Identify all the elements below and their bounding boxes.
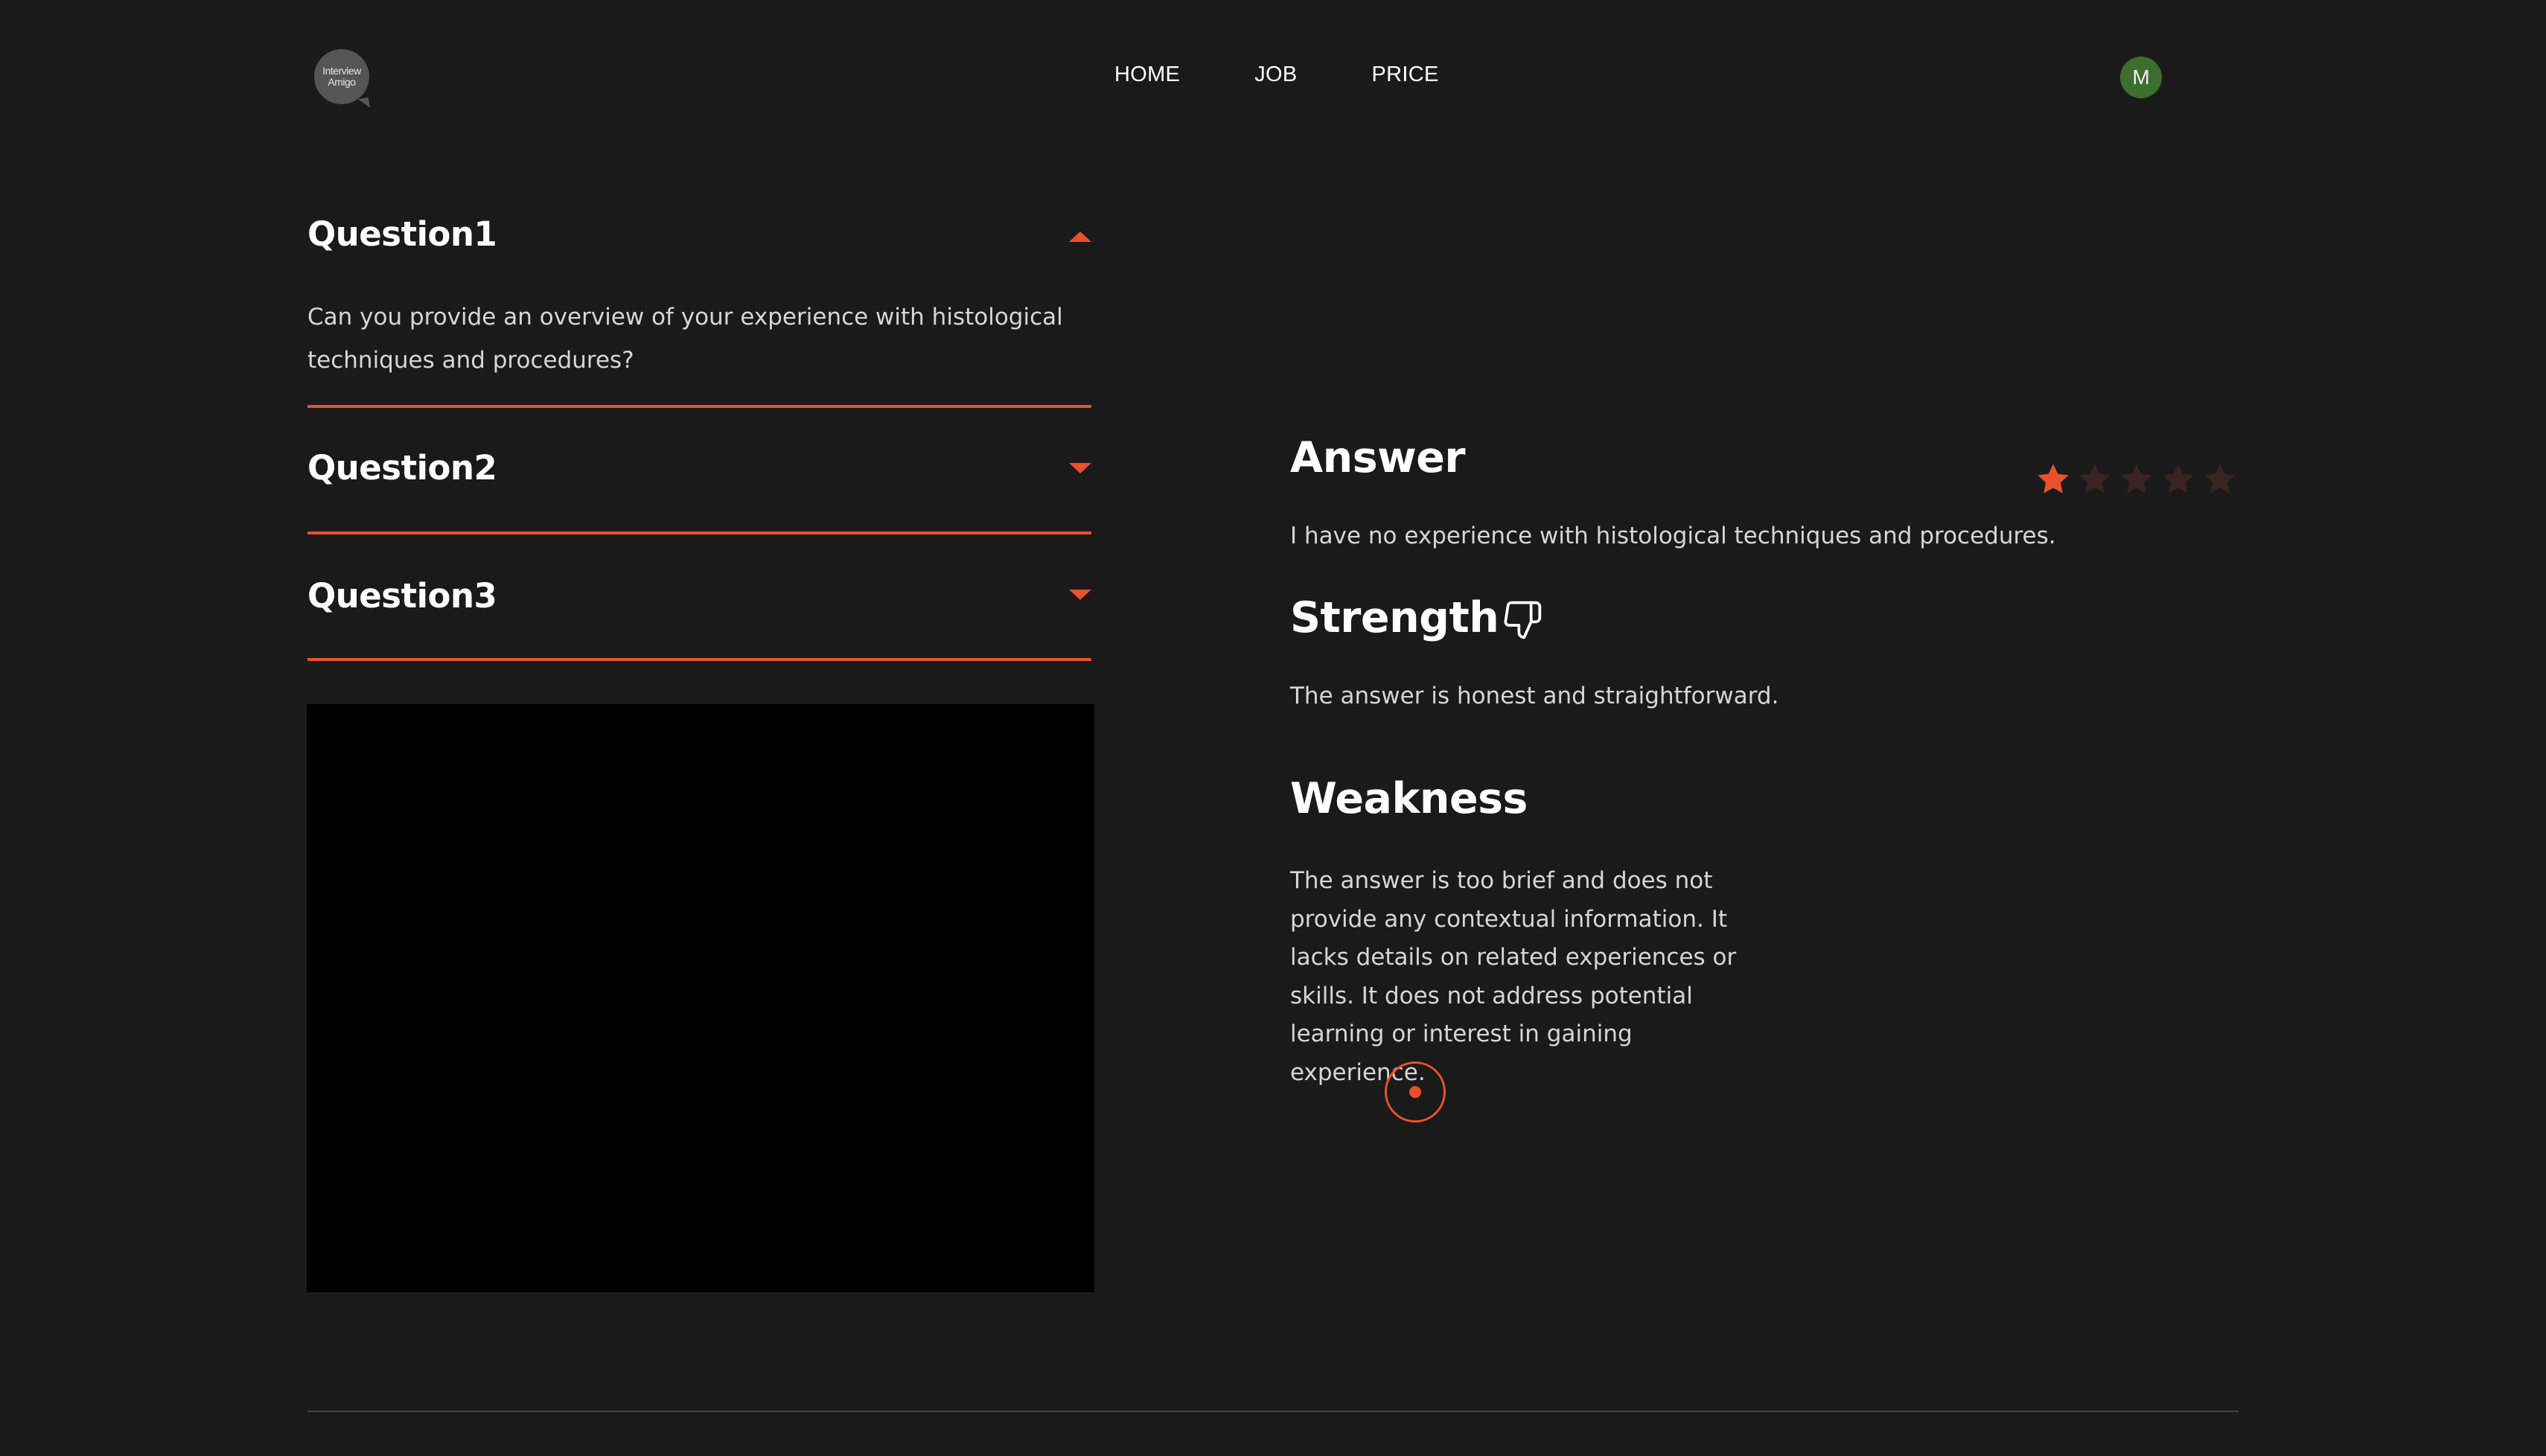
question1-header[interactable]: Question1	[307, 214, 1091, 254]
star-empty-icon[interactable]	[2199, 460, 2241, 499]
strength-text: The answer is honest and straightforward…	[1290, 683, 1779, 709]
thumbs-down-icon	[1504, 601, 1542, 639]
weakness-heading: Weakness	[1290, 774, 1528, 823]
star-rating[interactable]	[2032, 460, 2241, 499]
star-empty-icon[interactable]	[2116, 460, 2157, 499]
caret-down-icon[interactable]	[1069, 463, 1091, 473]
accordion-item-question2: Question2	[307, 408, 1091, 534]
question1-text: Can you provide an overview of your expe…	[307, 304, 1063, 374]
question-accordion: Question1 Can you provide an overview of…	[307, 201, 1091, 661]
record-button[interactable]	[1385, 1061, 1446, 1123]
user-avatar[interactable]: M	[2120, 57, 2162, 98]
logo[interactable]: Interview Amigo	[314, 49, 369, 104]
record-icon	[1409, 1086, 1421, 1098]
logo-text-line2: Amigo	[328, 76, 356, 88]
answer-text: I have no experience with histological t…	[1290, 523, 2056, 549]
logo-text-line1: Interview	[322, 65, 361, 77]
main-nav: HOME JOB PRICE	[1114, 63, 1439, 87]
nav-price-link[interactable]: PRICE	[1372, 63, 1439, 87]
answer-heading: Answer	[1290, 433, 1466, 482]
accordion-item-question1: Question1 Can you provide an overview of…	[307, 201, 1091, 408]
star-empty-icon[interactable]	[2074, 460, 2116, 499]
star-filled-icon[interactable]	[2032, 460, 2074, 499]
caret-down-icon[interactable]	[1069, 590, 1091, 600]
accordion-item-question3: Question3	[307, 534, 1091, 661]
caret-up-icon[interactable]	[1069, 232, 1091, 242]
weakness-text: The answer is too brief and does not pro…	[1290, 867, 1737, 1086]
strength-heading-row: Strength	[1290, 593, 1543, 642]
video-preview[interactable]	[307, 704, 1094, 1292]
question3-header[interactable]: Question3	[307, 576, 1091, 616]
strength-heading: Strength	[1290, 593, 1499, 642]
nav-job-link[interactable]: JOB	[1254, 63, 1297, 87]
question2-header[interactable]: Question2	[307, 448, 1091, 488]
star-empty-icon[interactable]	[2157, 460, 2199, 499]
page: Interview Amigo HOME JOB PRICE M Questio…	[0, 0, 2546, 1456]
footer-divider	[307, 1411, 2239, 1412]
nav-home-link[interactable]: HOME	[1114, 63, 1180, 87]
